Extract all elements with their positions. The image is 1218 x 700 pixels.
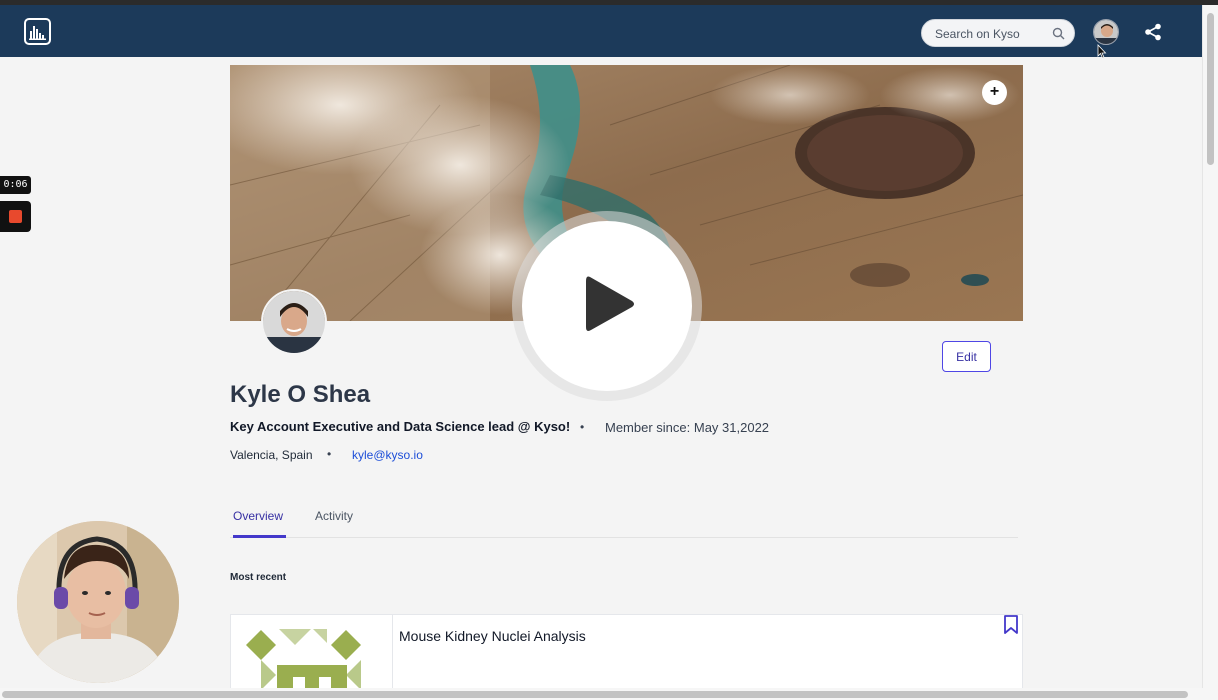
play-button-circle[interactable] [522,221,692,391]
section-heading: Most recent [230,572,287,583]
mouse-cursor-icon [1097,44,1107,59]
tab-activity[interactable]: Activity [315,509,353,523]
tab-overview[interactable]: Overview [233,509,283,523]
horizontal-scrollbar-thumb[interactable] [2,691,1188,698]
profile-avatar [261,289,327,355]
video-play-button[interactable] [512,211,702,401]
profile-location: Valencia, Spain [230,448,313,462]
user-avatar[interactable] [1093,19,1119,45]
bookmark-icon[interactable] [1003,615,1019,635]
profile-email-link[interactable]: kyle@kyso.io [352,448,423,462]
profile-name: Kyle O Shea [230,381,371,408]
member-since: Member since: May 31,2022 [605,420,770,435]
tabs-divider [230,537,1018,538]
profile-headline: Key Account Executive and Data Science l… [230,419,571,434]
kyso-logo-icon[interactable] [24,18,51,45]
vertical-scrollbar-thumb[interactable] [1207,13,1214,165]
edit-profile-button[interactable]: Edit [942,341,991,372]
recording-timer: 0:06 [0,176,31,194]
report-title[interactable]: Mouse Kidney Nuclei Analysis [399,628,586,644]
horizontal-scrollbar[interactable] [0,688,1218,700]
active-tab-indicator [233,535,286,538]
separator-dot: • [580,420,585,434]
search-input[interactable] [935,25,1053,42]
separator-dot: • [327,447,332,461]
plus-icon: + [989,83,1000,100]
stop-recording-button[interactable] [0,201,31,232]
top-navbar [0,5,1202,57]
stop-icon [9,210,22,223]
search-box[interactable] [921,19,1075,47]
play-icon [586,276,634,331]
search-icon[interactable] [1052,27,1065,40]
vertical-scrollbar[interactable] [1202,5,1218,690]
share-icon[interactable] [1144,23,1162,41]
webcam-overlay [17,521,179,683]
add-cover-button[interactable]: + [982,80,1007,105]
